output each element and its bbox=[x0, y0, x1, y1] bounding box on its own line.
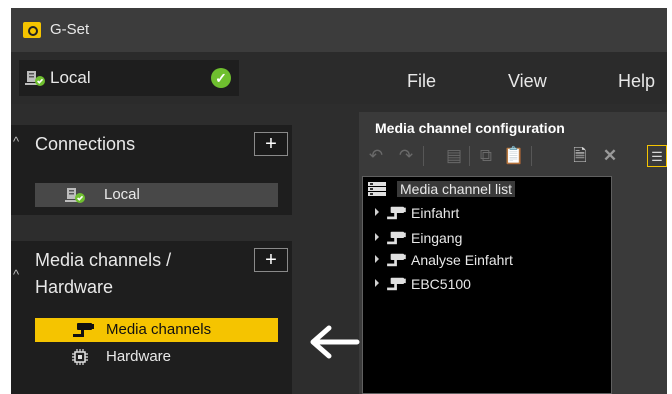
sidebar-item-media-channels[interactable]: Media channels bbox=[35, 318, 278, 342]
sidebar: ^ Connections + Local ^ Media channels /… bbox=[11, 104, 292, 394]
connections-title: Connections bbox=[35, 134, 136, 154]
connections-section: ^ Connections + Local bbox=[11, 125, 292, 215]
collapse-caret-icon[interactable]: ^ bbox=[13, 134, 19, 149]
print-icon[interactable]: ▤ bbox=[443, 145, 465, 167]
media-hardware-title-line1: Media channels / bbox=[35, 250, 172, 270]
paste-icon[interactable]: 📋 bbox=[503, 145, 525, 167]
toolbar-separator bbox=[469, 146, 470, 166]
add-media-channel-button[interactable]: + bbox=[254, 248, 288, 272]
media-channel-tree: Media channel list Einfahrt Eingang Anal… bbox=[362, 176, 612, 394]
local-server-icon bbox=[25, 71, 45, 86]
camera-icon bbox=[387, 206, 406, 220]
sidebar-item-label: Media channels bbox=[106, 321, 212, 338]
title-bar: G-Set bbox=[11, 8, 667, 52]
media-hardware-title-line2: Hardware bbox=[35, 277, 114, 297]
menu-file[interactable]: File bbox=[407, 71, 436, 92]
channel-item-ebc5100[interactable]: EBC5100 bbox=[375, 274, 605, 294]
list-root[interactable]: Media channel list bbox=[367, 179, 607, 199]
panel-title: Media channel configuration bbox=[375, 120, 565, 136]
camera-icon bbox=[387, 231, 406, 245]
expand-arrow-icon[interactable] bbox=[375, 233, 379, 241]
sidebar-item-label: Hardware bbox=[106, 348, 172, 365]
check-circle-icon: ✓ bbox=[211, 68, 231, 88]
channel-item-analyse-einfahrt[interactable]: Analyse Einfahrt bbox=[375, 250, 605, 270]
menu-help[interactable]: Help bbox=[618, 71, 655, 92]
delete-icon[interactable]: ✕ bbox=[599, 145, 621, 167]
connection-label: Local bbox=[50, 68, 91, 87]
expand-arrow-icon[interactable] bbox=[375, 279, 379, 287]
camera-icon bbox=[73, 323, 94, 337]
connection-item-local[interactable]: Local bbox=[35, 183, 278, 207]
channel-label: Einfahrt bbox=[411, 205, 460, 221]
gset-window: G-Set Local ✓ File View Help ^ Connectio… bbox=[11, 8, 667, 394]
menu-view[interactable]: View bbox=[508, 71, 547, 92]
menu-bar: Local ✓ File View Help bbox=[11, 52, 667, 104]
channel-label: Eingang bbox=[411, 230, 463, 246]
channel-item-eingang[interactable]: Eingang bbox=[375, 228, 605, 248]
channel-item-einfahrt[interactable]: Einfahrt bbox=[375, 203, 605, 223]
pointer-arrow-icon bbox=[310, 325, 360, 359]
channel-label: EBC5100 bbox=[411, 276, 471, 292]
copy-icon[interactable]: ⧉ bbox=[475, 145, 497, 167]
expand-arrow-icon[interactable] bbox=[375, 255, 379, 263]
camera-icon bbox=[387, 253, 406, 267]
media-hardware-section: ^ Media channels / Hardware + Media chan… bbox=[11, 241, 292, 394]
toolbar-separator bbox=[531, 146, 532, 166]
undo-icon[interactable]: ↶ bbox=[365, 145, 387, 167]
chip-icon bbox=[72, 349, 88, 365]
add-document-icon[interactable]: 🗎 bbox=[569, 145, 591, 167]
detail-pane bbox=[616, 176, 667, 394]
channel-label: Analyse Einfahrt bbox=[411, 252, 513, 268]
sidebar-item-hardware[interactable]: Hardware bbox=[35, 345, 278, 369]
add-connection-button[interactable]: + bbox=[254, 132, 288, 156]
list-root-label: Media channel list bbox=[397, 181, 516, 197]
expand-arrow-icon[interactable] bbox=[375, 208, 379, 216]
collapse-caret-icon[interactable]: ^ bbox=[13, 267, 19, 282]
channel-list-icon bbox=[368, 182, 386, 196]
camera-icon bbox=[387, 277, 406, 291]
redo-icon[interactable]: ↷ bbox=[395, 145, 417, 167]
gset-logo-icon bbox=[23, 22, 41, 38]
media-channel-configuration-panel: Media channel configuration ↶ ↷ ▤ ⧉ 📋 🗎 … bbox=[359, 112, 667, 394]
list-view-icon[interactable]: ☰ bbox=[647, 145, 667, 167]
app-title: G-Set bbox=[50, 21, 90, 38]
connection-selector[interactable]: Local ✓ bbox=[19, 60, 239, 96]
connection-item-label: Local bbox=[104, 186, 140, 203]
toolbar-separator bbox=[423, 146, 424, 166]
local-server-icon bbox=[65, 188, 85, 203]
